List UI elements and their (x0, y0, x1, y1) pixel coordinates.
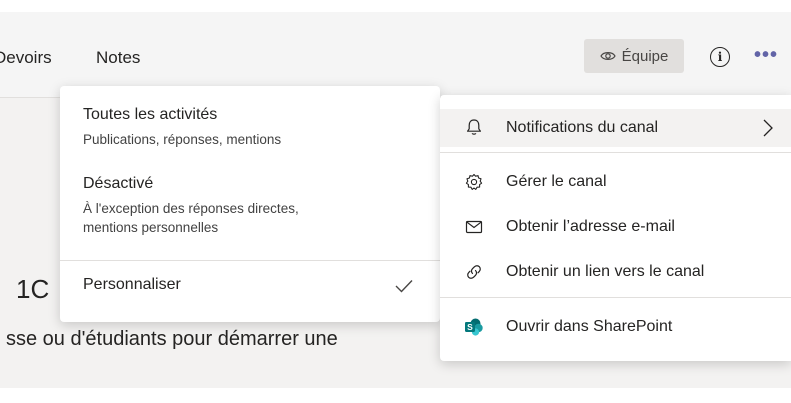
chevron-right-icon (763, 119, 773, 137)
team-view-button[interactable]: Équipe (584, 39, 684, 73)
eye-icon (599, 52, 616, 60)
menu-item-label: Obtenir l’adresse e-mail (506, 218, 675, 235)
menu-item-label: Gérer le canal (506, 173, 607, 190)
option-off-description-line1: À l'exception des réponses directes, (83, 201, 299, 216)
menu-divider (440, 297, 791, 298)
more-options-icon[interactable]: ••• (754, 44, 778, 67)
option-off-description-line2: mentions personnelles (83, 220, 219, 235)
sharepoint-icon: S (465, 318, 483, 336)
envelope-icon (465, 220, 483, 234)
notification-options-submenu: Toutes les activités Publications, répon… (60, 86, 440, 322)
svg-text:S: S (467, 322, 473, 332)
menu-item-open-sharepoint[interactable]: S Ouvrir dans SharePoint (440, 309, 791, 345)
option-off-title: Désactivé (83, 175, 154, 192)
option-custom[interactable]: Personnaliser (83, 276, 181, 294)
menu-item-channel-notifications[interactable]: Notifications du canal (440, 109, 791, 147)
info-icon[interactable]: i (710, 47, 730, 67)
menu-item-label: Notifications du canal (506, 119, 659, 136)
checkmark-icon (395, 280, 413, 293)
gear-icon (465, 173, 483, 190)
menu-item-label: Ouvrir dans SharePoint (506, 318, 673, 335)
submenu-divider (60, 260, 440, 261)
tab-notes[interactable]: Notes (96, 48, 140, 68)
menu-item-manage-channel[interactable]: Gérer le canal (440, 164, 791, 200)
option-all-title: Toutes les activités (83, 106, 218, 123)
option-all-activities[interactable]: Toutes les activités Publications, répon… (83, 106, 281, 149)
bell-icon (467, 119, 481, 135)
team-view-label: Équipe (621, 47, 669, 65)
background-heading: 1C (16, 274, 50, 304)
option-off-description: À l'exception des réponses directes, men… (83, 199, 299, 237)
window-top-strip (0, 0, 791, 12)
channel-options-menu: Notifications du canal Gérer le canal Ob… (440, 95, 791, 361)
window-bottom-strip (0, 388, 791, 403)
menu-item-get-link[interactable]: Obtenir un lien vers le canal (440, 254, 791, 290)
option-all-description: Publications, réponses, mentions (83, 132, 282, 147)
option-off[interactable]: Désactivé À l'exception des réponses dir… (83, 175, 299, 237)
link-icon (467, 265, 481, 279)
background-text: sse ou d'étudiants pour démarrer une (6, 328, 338, 350)
menu-item-label: Obtenir un lien vers le canal (506, 263, 705, 280)
tab-devoirs[interactable]: Devoirs (0, 48, 52, 68)
menu-item-get-email[interactable]: Obtenir l’adresse e-mail (440, 209, 791, 245)
menu-divider (440, 152, 791, 153)
